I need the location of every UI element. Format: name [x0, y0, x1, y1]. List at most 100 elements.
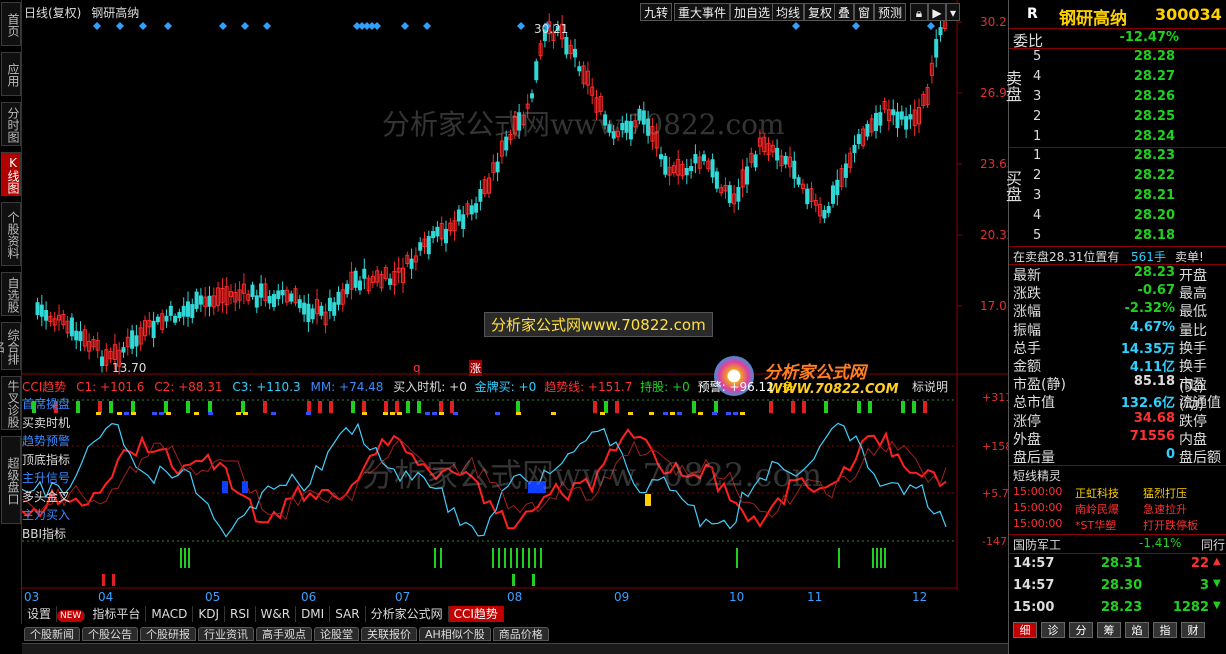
stat-label-right: 跌停	[1179, 413, 1207, 430]
info-tab-7[interactable]: AH相似个股	[419, 627, 491, 641]
candle-body	[100, 356, 104, 367]
candle-body	[573, 48, 577, 58]
bottom-tab-10[interactable]: CCI趋势	[448, 606, 504, 622]
bottom-tab-0[interactable]: 设置	[22, 606, 58, 622]
toolbar-button-1[interactable]: 重大事件	[674, 3, 731, 21]
bottom-tab-7[interactable]: DMI	[296, 606, 331, 622]
nav-tab-5[interactable]: 自选股	[1, 272, 21, 316]
stat-row: 金额 4.11亿 换手(实)	[1009, 356, 1226, 395]
toolbar-button-4[interactable]: 复权	[804, 3, 837, 21]
short-row[interactable]: 15:00:00 南岭民爆 急速拉升	[1009, 501, 1226, 517]
sector-row[interactable]: 国防军工 -1.41% 同行	[1009, 535, 1226, 553]
kline-chart-area[interactable]: 日线(复权) 钢研高纳 九转 重大事件 加自选 均线 复权叠窗预测 🔒︎ ▶ ▾ 30.…	[22, 0, 1023, 606]
indicator-explain-button[interactable]: 标说明	[912, 378, 948, 395]
signal-dot	[670, 412, 675, 415]
info-tab-0[interactable]: 个股新闻	[24, 627, 80, 641]
bottom-tab-4[interactable]: KDJ	[193, 606, 225, 622]
bbi-signal-bar	[532, 574, 535, 586]
high-annotation: 30.21	[534, 22, 569, 36]
nav-tab-2[interactable]: 分时图	[1, 102, 21, 146]
bottom-tab-1[interactable]: NEW	[57, 610, 86, 622]
info-tab-4[interactable]: 高手观点	[256, 627, 312, 641]
candle-body	[310, 308, 315, 320]
quote-tab-3[interactable]: 筹	[1097, 622, 1121, 638]
signal-dot	[425, 412, 430, 415]
signal-dot	[516, 412, 521, 415]
signal-dot	[271, 412, 276, 415]
toolbar-button-6[interactable]: 窗	[854, 3, 875, 21]
sell-order-price: 28.26	[1133, 89, 1175, 104]
candle-body	[461, 214, 466, 229]
indicator-label-0: 首席操盘	[22, 397, 71, 411]
quote-tab-2[interactable]: 分	[1069, 622, 1093, 638]
toolbar-button-5[interactable]: 叠	[834, 3, 855, 21]
lock-icon[interactable]: 🔒︎	[910, 3, 928, 21]
candle-body	[736, 186, 741, 202]
signal-bar	[329, 401, 333, 413]
signal-bar	[318, 401, 322, 413]
indicator-hold: 持股: +0	[640, 380, 690, 394]
toolbar-button-3[interactable]: 均线	[772, 3, 805, 21]
candle-body	[74, 330, 79, 341]
info-tab-3[interactable]: 行业资讯	[198, 627, 254, 641]
toolbar-button-0[interactable]: 九转	[640, 3, 673, 21]
candle-body	[899, 111, 904, 120]
play-back-icon[interactable]: ▶	[928, 3, 946, 21]
toolbar-button-2[interactable]: 加自选	[730, 3, 775, 21]
stat-value: 85.18	[1133, 374, 1175, 390]
horizontal-scrollbar[interactable]	[22, 643, 1008, 654]
nav-tab-8[interactable]: 超级盘口	[1, 436, 21, 524]
chevron-down-icon[interactable]: ▾	[946, 3, 960, 21]
candle-body	[336, 291, 341, 305]
stat-label-right: 量比	[1179, 322, 1207, 339]
stat-label: 市盈(静)	[1013, 377, 1066, 394]
nav-tab-0[interactable]: 首页	[1, 2, 21, 46]
quote-tab-0[interactable]: 细	[1013, 622, 1037, 638]
nav-tab-3[interactable]: K线图	[1, 152, 21, 196]
signal-dot	[439, 412, 444, 415]
info-tab-5[interactable]: 论股堂	[314, 627, 359, 641]
indicator-name[interactable]: CCI趋势	[22, 380, 66, 394]
signal-dot	[390, 412, 395, 415]
candle-body	[418, 242, 423, 251]
buy-order-level: 5	[1033, 228, 1042, 243]
bottom-tab-9[interactable]: 分析家公式网	[366, 606, 449, 622]
bottom-tab-3[interactable]: MACD	[146, 606, 194, 622]
bottom-tab-8[interactable]: SAR	[330, 606, 366, 622]
info-tab-8[interactable]: 商品价格	[492, 627, 549, 641]
short-stock: 正虹科技	[1075, 487, 1119, 500]
indicator-buy-time: 买入时机: +0	[393, 380, 467, 394]
quote-tab-5[interactable]: 指	[1153, 622, 1177, 638]
nav-tab-7[interactable]: 牛叉诊股	[1, 376, 21, 430]
buy-order-level: 1	[1033, 148, 1042, 163]
bbi-bar	[184, 548, 186, 568]
short-row[interactable]: 15:00:00 正虹科技 猛烈打压	[1009, 485, 1226, 501]
candle-body	[456, 209, 461, 222]
short-title: 短线精灵	[1013, 469, 1062, 483]
indicator-c1: C1: +101.6	[76, 380, 145, 394]
quote-tab-1[interactable]: 诊	[1041, 622, 1065, 638]
signal-bar	[406, 401, 410, 413]
quote-tab-4[interactable]: 焰	[1125, 622, 1149, 638]
stat-row: 涨幅 -2.32% 最低	[1009, 301, 1226, 320]
nav-tab-4[interactable]: 个股资料	[1, 202, 21, 266]
bottom-tab-5[interactable]: RSI	[225, 606, 256, 622]
bottom-tab-6[interactable]: W&R	[256, 606, 297, 622]
date-tick: 12	[912, 590, 928, 604]
signal-diamond	[927, 22, 935, 30]
indicator-c3: C3: +110.3	[232, 380, 301, 394]
stat-label: 涨停	[1013, 413, 1041, 430]
quote-tab-6[interactable]: 财	[1181, 622, 1205, 638]
info-tab-2[interactable]: 个股研报	[140, 627, 196, 641]
tick-arrow-icon: ▼	[1213, 578, 1221, 589]
stat-label-right: 最高	[1179, 286, 1207, 303]
toolbar-button-7[interactable]: 预测	[874, 3, 907, 21]
signal-bar	[307, 401, 311, 413]
short-row[interactable]: 15:00:00 *ST华塑 打开跌停板	[1009, 517, 1226, 533]
info-tab-1[interactable]: 个股公告	[82, 627, 138, 641]
nav-tab-1[interactable]: 应用	[1, 52, 21, 96]
info-tab-6[interactable]: 关联报价	[361, 627, 417, 641]
nav-tab-6[interactable]: 综合排名	[0, 322, 21, 370]
candle-body	[267, 295, 272, 304]
bottom-tab-2[interactable]: 指标平台	[87, 606, 147, 622]
